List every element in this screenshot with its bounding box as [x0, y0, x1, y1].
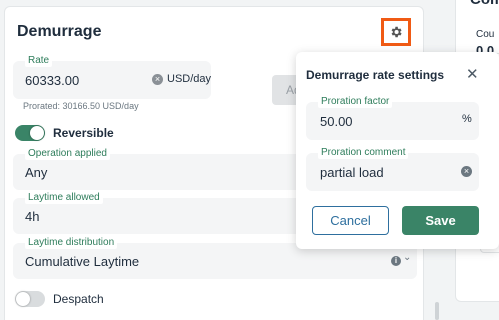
proration-factor-input[interactable]: Proration factor 50.00 %: [306, 96, 479, 140]
proration-comment-label: Proration comment: [318, 147, 409, 159]
settings-button[interactable]: [381, 18, 411, 46]
cancel-button[interactable]: Cancel: [312, 206, 389, 235]
despatch-toggle[interactable]: [15, 291, 45, 307]
rate-field[interactable]: Rate 60333.00 × USD/day: [13, 55, 212, 99]
demurrage-rate-settings-popup: Demurrage rate settings ✕ Proration fact…: [296, 52, 499, 249]
popup-title: Demurrage rate settings: [306, 68, 445, 82]
proration-comment-input[interactable]: Proration comment partial load ×: [306, 147, 479, 191]
side-counter-label: Cou: [476, 29, 495, 40]
operation-value: Any: [25, 165, 48, 180]
chevron-down-icon[interactable]: ⌄: [403, 252, 411, 263]
side-title: Com: [470, 0, 499, 8]
clear-comment-icon[interactable]: ×: [461, 166, 472, 177]
clear-icon[interactable]: ×: [152, 74, 163, 85]
proration-comment-value: partial load: [320, 165, 384, 180]
laytime-value: 4h: [25, 209, 40, 224]
proration-factor-value: 50.00: [320, 114, 353, 129]
rate-unit: USD/day: [167, 73, 212, 85]
distribution-label: Laytime distribution: [25, 237, 118, 249]
reversible-label: Reversible: [53, 126, 114, 140]
proration-factor-label: Proration factor: [318, 96, 393, 108]
scrollbar[interactable]: [435, 302, 439, 320]
info-icon[interactable]: i: [391, 256, 401, 266]
rate-value: 60333.00: [25, 73, 80, 88]
distribution-value: Cumulative Laytime: [25, 254, 140, 269]
close-icon[interactable]: ✕: [466, 65, 479, 83]
panel-title: Demurrage: [17, 23, 102, 40]
save-button[interactable]: Save: [402, 206, 479, 235]
operation-label: Operation applied: [25, 148, 110, 160]
rate-label: Rate: [25, 55, 53, 67]
reversible-toggle[interactable]: [15, 125, 45, 141]
despatch-label: Despatch: [53, 292, 104, 306]
laytime-label: Laytime allowed: [25, 192, 103, 204]
percent-unit: %: [462, 113, 472, 125]
prorated-text: Prorated: 30166.50 USD/day: [23, 101, 139, 111]
gear-icon: [391, 26, 402, 38]
